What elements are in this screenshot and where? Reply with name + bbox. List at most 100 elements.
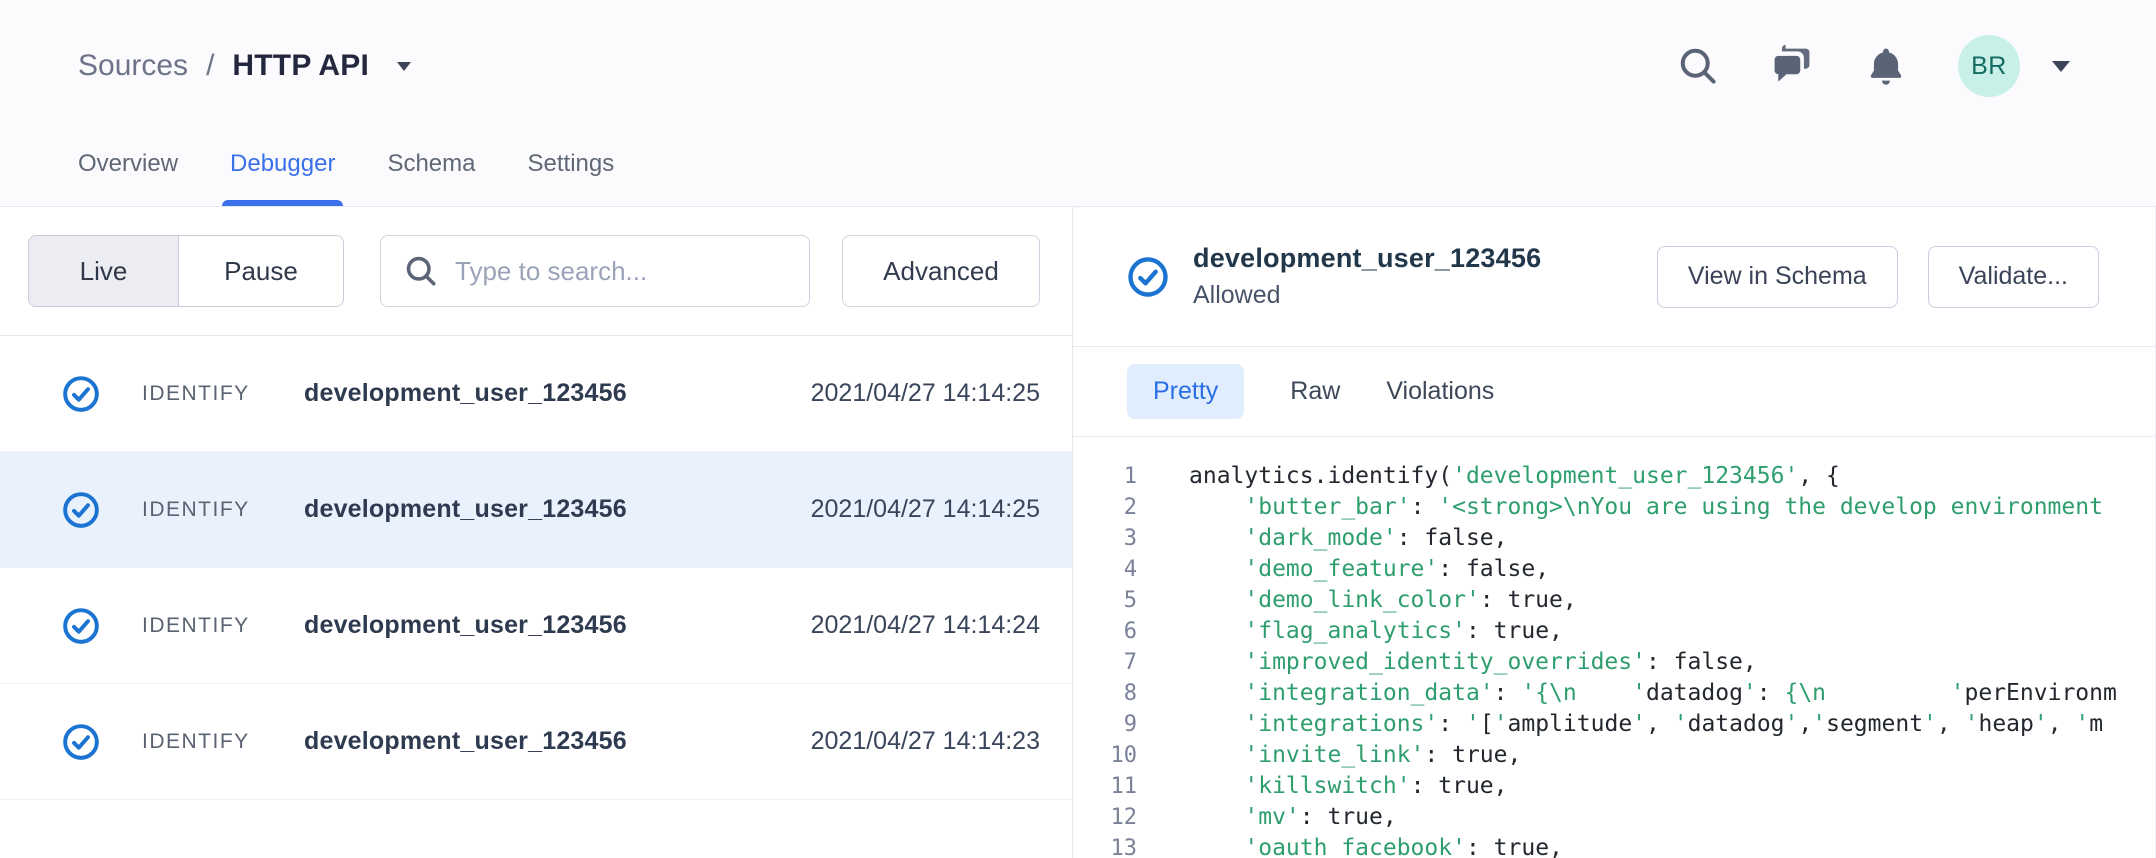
code-line: 7 'improved_identity_overrides': false, (1073, 647, 2155, 678)
advanced-button[interactable]: Advanced (842, 235, 1040, 307)
event-timestamp: 2021/04/27 14:14:25 (811, 495, 1040, 524)
chat-icon[interactable] (1770, 44, 1814, 88)
event-type-label: IDENTIFY (142, 498, 304, 522)
status-badge: Allowed (1193, 281, 1541, 310)
search-input-icon (403, 253, 439, 289)
line-content: analytics.identify('development_user_123… (1137, 461, 1840, 492)
line-content: 'flag_analytics': true, (1137, 616, 1563, 647)
event-name: development_user_123456 (304, 379, 627, 408)
tab-overview[interactable]: Overview (78, 150, 178, 206)
user-menu[interactable]: BR (1958, 35, 2070, 97)
line-content: 'oauth_facebook': true, (1137, 833, 1563, 858)
tab-settings[interactable]: Settings (528, 150, 615, 206)
line-content: 'killswitch': true, (1137, 771, 1508, 802)
event-name: development_user_123456 (304, 611, 627, 640)
event-check-icon (62, 491, 100, 529)
event-row[interactable]: IDENTIFY development_user_123456 2021/04… (0, 336, 1072, 452)
line-number: 7 (1073, 647, 1137, 678)
detail-event-title: development_user_123456 (1193, 243, 1541, 274)
event-row[interactable]: IDENTIFY development_user_123456 2021/04… (0, 452, 1072, 568)
event-detail-panel: development_user_123456 Allowed View in … (1073, 207, 2156, 858)
detail-tabs: Pretty Raw Violations (1073, 347, 2155, 437)
line-number: 5 (1073, 585, 1137, 616)
app-window: Sources / HTTP API (0, 0, 2156, 858)
tab-schema[interactable]: Schema (387, 150, 475, 206)
line-content: 'integration_data': '{\n 'datadog': {\n … (1137, 678, 2117, 709)
event-row[interactable]: IDENTIFY development_user_123456 2021/04… (0, 568, 1072, 684)
line-number: 12 (1073, 802, 1137, 833)
detail-tab-pretty[interactable]: Pretty (1127, 364, 1244, 419)
bell-icon[interactable] (1864, 44, 1908, 88)
event-name: development_user_123456 (304, 727, 627, 756)
detail-header: development_user_123456 Allowed View in … (1073, 207, 2155, 347)
event-check-icon (62, 375, 100, 413)
breadcrumb-separator: / (206, 49, 214, 83)
topbar-icons: BR (1676, 35, 2070, 97)
line-number: 10 (1073, 740, 1137, 771)
event-timestamp: 2021/04/27 14:14:24 (811, 611, 1040, 640)
code-line: 1 analytics.identify('development_user_1… (1073, 461, 2155, 492)
detail-tab-violations[interactable]: Violations (1386, 364, 1494, 419)
debugger-event-panel: Live Pause Advanced IDENTIFY development… (0, 207, 1073, 858)
avatar[interactable]: BR (1958, 35, 2020, 97)
main-content: Live Pause Advanced IDENTIFY development… (0, 207, 2156, 858)
event-timestamp: 2021/04/27 14:14:25 (811, 379, 1040, 408)
line-number: 2 (1073, 492, 1137, 523)
view-in-schema-button[interactable]: View in Schema (1657, 246, 1898, 308)
line-number: 8 (1073, 678, 1137, 709)
code-line: 10 'invite_link': true, (1073, 740, 2155, 771)
line-content: 'demo_feature': false, (1137, 554, 1549, 585)
line-content: 'integrations': '['amplitude', 'datadog'… (1137, 709, 2103, 740)
line-content: 'mv': true, (1137, 802, 1397, 833)
user-menu-caret-icon[interactable] (2052, 61, 2070, 72)
code-line: 5 'demo_link_color': true, (1073, 585, 2155, 616)
code-line: 12 'mv': true, (1073, 802, 2155, 833)
line-number: 11 (1073, 771, 1137, 802)
line-number: 4 (1073, 554, 1137, 585)
line-content: 'demo_link_color': true, (1137, 585, 1577, 616)
line-number: 3 (1073, 523, 1137, 554)
event-timestamp: 2021/04/27 14:14:23 (811, 727, 1040, 756)
event-check-icon (62, 723, 100, 761)
event-type-label: IDENTIFY (142, 382, 304, 406)
line-content: 'butter_bar': '<strong>\nYou are using t… (1137, 492, 2103, 523)
event-list: IDENTIFY development_user_123456 2021/04… (0, 336, 1072, 858)
code-line: 8 'integration_data': '{\n 'datadog': {\… (1073, 678, 2155, 709)
event-check-icon (62, 607, 100, 645)
line-content: 'improved_identity_overrides': false, (1137, 647, 1757, 678)
line-content: 'dark_mode': false, (1137, 523, 1508, 554)
allowed-check-icon (1127, 256, 1169, 298)
nav-tabs: Overview Debugger Schema Settings (78, 150, 614, 206)
validate-button[interactable]: Validate... (1928, 246, 2099, 308)
detail-buttons: View in Schema Validate... (1657, 246, 2099, 308)
code-line: 4 'demo_feature': false, (1073, 554, 2155, 585)
line-content: 'invite_link': true, (1137, 740, 1521, 771)
topbar-row: Sources / HTTP API (0, 0, 2156, 122)
breadcrumb-sources-link[interactable]: Sources (78, 49, 188, 83)
search-input[interactable] (455, 256, 787, 287)
code-line: 6 'flag_analytics': true, (1073, 616, 2155, 647)
pause-button[interactable]: Pause (179, 236, 343, 306)
code-line: 13 'oauth_facebook': true, (1073, 833, 2155, 858)
detail-tab-raw[interactable]: Raw (1290, 364, 1340, 419)
topbar: Sources / HTTP API (0, 0, 2156, 207)
live-pause-toggle: Live Pause (28, 235, 344, 307)
line-number: 13 (1073, 833, 1137, 858)
event-type-label: IDENTIFY (142, 730, 304, 754)
source-switcher-caret-icon[interactable] (397, 62, 411, 71)
event-type-label: IDENTIFY (142, 614, 304, 638)
tab-debugger[interactable]: Debugger (230, 150, 335, 206)
line-number: 1 (1073, 461, 1137, 492)
code-line: 3 'dark_mode': false, (1073, 523, 2155, 554)
breadcrumb-current-source: HTTP API (232, 49, 369, 83)
detail-titles: development_user_123456 Allowed (1193, 243, 1541, 310)
debugger-controls: Live Pause Advanced (0, 207, 1072, 336)
line-number: 6 (1073, 616, 1137, 647)
live-button[interactable]: Live (29, 236, 179, 306)
event-name: development_user_123456 (304, 495, 627, 524)
breadcrumb: Sources / HTTP API (78, 49, 411, 83)
event-row[interactable]: IDENTIFY development_user_123456 2021/04… (0, 684, 1072, 800)
code-viewer[interactable]: 1 analytics.identify('development_user_1… (1073, 437, 2155, 858)
code-line: 2 'butter_bar': '<strong>\nYou are using… (1073, 492, 2155, 523)
search-icon[interactable] (1676, 44, 1720, 88)
